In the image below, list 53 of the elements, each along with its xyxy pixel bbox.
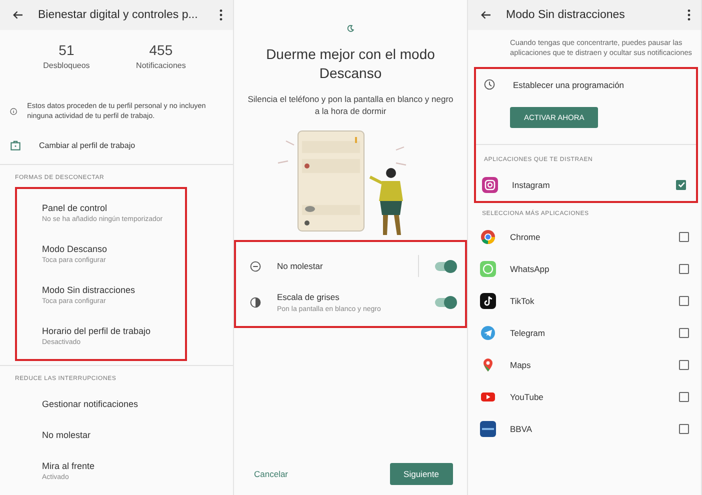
minus-circle-icon bbox=[250, 260, 261, 272]
checkbox[interactable] bbox=[679, 328, 689, 338]
circle-app-icon bbox=[480, 228, 496, 245]
app-name: Maps bbox=[510, 360, 532, 370]
checkbox[interactable] bbox=[679, 264, 689, 274]
menu-item[interactable]: Panel de control bbox=[42, 202, 185, 212]
more-menu-icon[interactable] bbox=[219, 9, 223, 21]
app-name: Instagram bbox=[512, 180, 551, 190]
cancel-button[interactable]: Cancelar bbox=[254, 469, 288, 479]
checkbox[interactable] bbox=[679, 232, 689, 242]
briefcase-icon bbox=[10, 140, 21, 150]
stat-value: 455 bbox=[149, 42, 173, 58]
menu-item[interactable]: No molestar bbox=[42, 430, 233, 440]
headline: Duerme mejor con el modo Descanso bbox=[265, 45, 436, 83]
app-name: YouTube bbox=[510, 392, 544, 402]
app-name: BBVA bbox=[510, 424, 534, 434]
app-name: WhatsApp bbox=[510, 264, 550, 274]
description: Silencia el teléfono y pon la pantalla en blanco y negro a la hora de dormir bbox=[246, 92, 454, 118]
toggle-switch[interactable] bbox=[435, 262, 455, 271]
paper-plane-icon bbox=[480, 324, 496, 341]
back-arrow-icon[interactable] bbox=[480, 9, 492, 21]
back-arrow-icon[interactable] bbox=[12, 9, 24, 21]
checkbox[interactable] bbox=[679, 296, 689, 306]
contrast-icon bbox=[250, 296, 261, 308]
setting-label: Escala de grises bbox=[277, 292, 340, 302]
more-menu-icon[interactable] bbox=[687, 9, 691, 21]
app-name: Telegram bbox=[510, 328, 546, 338]
stat-label: Desbloqueos bbox=[43, 61, 90, 70]
app-name: Chrome bbox=[510, 232, 542, 242]
checkbox[interactable] bbox=[676, 180, 686, 190]
checkbox[interactable] bbox=[679, 392, 689, 402]
setting-label: No molestar bbox=[277, 261, 324, 272]
checkbox[interactable] bbox=[679, 360, 689, 370]
info-icon bbox=[10, 106, 18, 116]
schedule-link[interactable]: Establecer una programación bbox=[513, 80, 624, 90]
moon-icon bbox=[346, 24, 355, 33]
work-profile-link[interactable]: Cambiar al perfil de trabajo bbox=[39, 140, 136, 150]
app-name: TikTok bbox=[510, 296, 536, 306]
clock-icon bbox=[484, 79, 495, 90]
checkbox[interactable] bbox=[679, 424, 689, 434]
menu-item[interactable]: Gestionar notificaciones bbox=[42, 398, 233, 408]
menu-item[interactable]: Mira al frente bbox=[42, 460, 233, 470]
next-button[interactable]: Siguiente bbox=[390, 463, 453, 485]
stat-value: 51 bbox=[58, 42, 74, 58]
menu-item[interactable]: Modo Sin distracciones bbox=[42, 284, 185, 294]
menu-item[interactable]: Horario del perfil de trabajo bbox=[42, 326, 185, 336]
menu-item[interactable]: Modo Descanso bbox=[42, 244, 185, 254]
stat-label: Notificaciones bbox=[136, 61, 186, 70]
screen-title: Bienestar digital y controles p... bbox=[38, 9, 199, 21]
toggle-switch[interactable] bbox=[435, 298, 455, 307]
camera-icon bbox=[482, 176, 498, 193]
music-note-icon bbox=[480, 292, 496, 309]
screen-title: Modo Sin distracciones bbox=[506, 9, 626, 21]
